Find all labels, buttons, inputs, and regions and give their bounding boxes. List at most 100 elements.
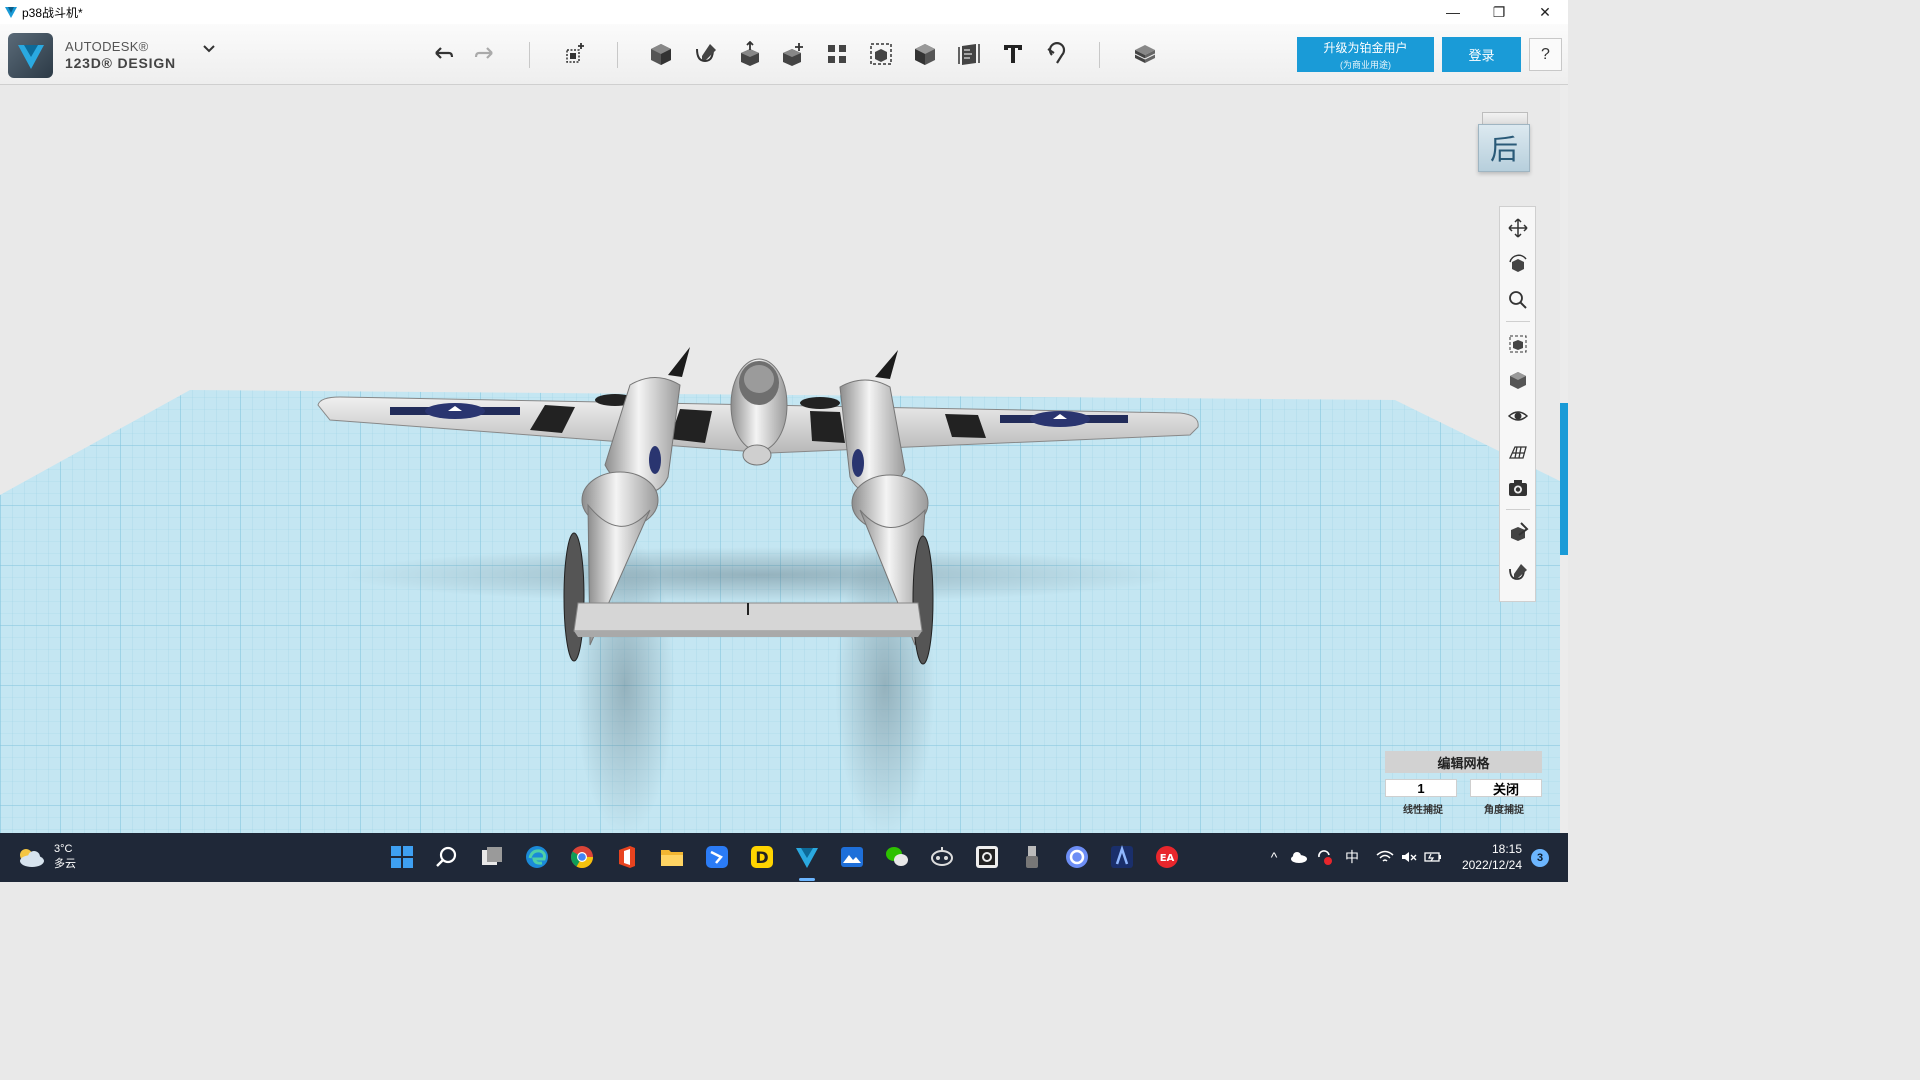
linear-snap-field[interactable]: 1 (1385, 779, 1457, 797)
weather-description: 多云 (54, 858, 76, 870)
obs-button[interactable] (972, 842, 1002, 872)
photos-icon (841, 847, 863, 867)
measure-button[interactable] (951, 36, 987, 72)
main-toolbar: AUTODESK® 123D® DESIGN 升级为铂金用户 (为商业用途) 登… (0, 24, 1568, 85)
3d-viewport[interactable]: 后 编辑网格 1 关闭 线性捕捉 角度捕捉 (0, 85, 1568, 833)
note-button[interactable]: D (747, 842, 777, 872)
app-menu-button[interactable]: AUTODESK® 123D® DESIGN (8, 32, 176, 78)
restore-button[interactable]: ❐ (1476, 0, 1522, 24)
app-logo-icon (5, 7, 17, 18)
sketch-button[interactable] (688, 36, 724, 72)
active-app-indicator (799, 878, 815, 881)
modify-icon (783, 43, 803, 66)
view-button[interactable] (1505, 367, 1531, 393)
wechat-button[interactable] (882, 842, 912, 872)
edge-button[interactable] (522, 842, 552, 872)
system-clock[interactable]: 18:15 2022/12/24 (1452, 841, 1522, 873)
redo-icon (474, 47, 493, 59)
angle-snap-field[interactable]: 关闭 (1470, 779, 1542, 797)
game-icon (1111, 845, 1133, 868)
transform-icon (566, 43, 584, 63)
123d-design-taskbar-button[interactable] (792, 842, 822, 872)
feishu-button[interactable] (702, 842, 732, 872)
file-explorer-button[interactable] (657, 842, 687, 872)
usb-icon (1026, 846, 1038, 868)
orbit-icon (1509, 254, 1527, 272)
text-icon (1004, 45, 1022, 63)
taskbar-search-button[interactable] (432, 842, 462, 872)
undo-icon (435, 47, 454, 59)
outline-button[interactable] (1505, 559, 1531, 585)
weather-cloud-icon (20, 849, 44, 867)
construct-icon (741, 41, 759, 66)
minimize-button[interactable]: — (1430, 0, 1476, 24)
redo-button[interactable] (467, 36, 503, 72)
chrome-icon (571, 846, 593, 868)
outline-icon (1509, 564, 1527, 580)
file-explorer-icon (661, 850, 683, 866)
notification-badge[interactable]: 3 (1531, 849, 1549, 867)
onedrive-icon[interactable] (1289, 847, 1309, 867)
view-cube-back-face[interactable]: 后 (1478, 124, 1530, 172)
sync-icon[interactable] (1314, 847, 1334, 867)
fit-button[interactable] (1505, 331, 1531, 357)
battery-icon[interactable] (1423, 847, 1443, 867)
undo-button[interactable] (425, 36, 461, 72)
zoom-button[interactable] (1505, 287, 1531, 313)
ime-indicator[interactable]: 中 (1342, 847, 1362, 867)
screenshot-button[interactable] (1505, 475, 1531, 501)
orbit-button[interactable] (1505, 251, 1531, 277)
modify-button[interactable] (776, 36, 812, 72)
login-button[interactable]: 登录 (1442, 37, 1521, 72)
photos-button[interactable] (837, 842, 867, 872)
task-view-button[interactable] (477, 842, 507, 872)
game-button[interactable] (1107, 842, 1137, 872)
combine-button[interactable] (907, 36, 943, 72)
sketch-icon (696, 44, 716, 63)
visibility-button[interactable] (1505, 403, 1531, 429)
task-view-icon (482, 847, 502, 865)
wifi-icon[interactable] (1375, 847, 1395, 867)
pan-button[interactable] (1505, 215, 1531, 241)
bot-button[interactable] (927, 842, 957, 872)
ea-button[interactable]: EA (1152, 842, 1182, 872)
upgrade-button[interactable]: 升级为铂金用户 (为商业用途) (1297, 37, 1434, 72)
volume-muted-icon[interactable] (1399, 847, 1419, 867)
construct-button[interactable] (732, 36, 768, 72)
help-button[interactable]: ? (1529, 38, 1562, 71)
primitives-button[interactable] (643, 36, 679, 72)
scrollbar-thumb[interactable] (1560, 403, 1568, 555)
weather-widget[interactable]: 3°C 多云 (16, 842, 76, 872)
browser-icon (1066, 846, 1088, 868)
snap-button[interactable] (1039, 36, 1075, 72)
feishu-icon (706, 846, 728, 868)
grouping-button[interactable] (863, 36, 899, 72)
note-icon: D (751, 846, 773, 868)
usb-button[interactable] (1017, 842, 1047, 872)
combine-icon (915, 44, 935, 65)
chrome-button[interactable] (567, 842, 597, 872)
obs-icon (976, 846, 998, 868)
transform-button[interactable] (556, 36, 592, 72)
office-button[interactable] (612, 842, 642, 872)
pattern-button[interactable] (819, 36, 855, 72)
text-button[interactable] (995, 36, 1031, 72)
browser-button[interactable] (1062, 842, 1092, 872)
view-cube[interactable]: 后 (1476, 112, 1532, 174)
svg-text:D: D (755, 848, 768, 867)
measure-icon (958, 44, 980, 65)
angle-snap-label: 角度捕捉 (1484, 805, 1524, 816)
edit-grid-button[interactable]: 编辑网格 (1385, 751, 1542, 773)
chevron-down-icon[interactable] (200, 40, 218, 58)
close-button[interactable]: ✕ (1522, 0, 1568, 24)
grid-view-button[interactable] (1505, 439, 1531, 465)
materials-button[interactable] (1127, 36, 1163, 72)
right-scrollbar[interactable] (1560, 85, 1568, 833)
material-button[interactable] (1505, 519, 1531, 545)
windows-taskbar: 3°C 多云 D EA ^ 中 18:15 2022/12/24 3 (0, 833, 1568, 882)
windows-start-icon (391, 846, 413, 868)
pan-icon (1508, 218, 1528, 238)
scene-canvas[interactable] (0, 85, 1568, 833)
tray-overflow-button[interactable]: ^ (1265, 847, 1283, 867)
windows-start-button[interactable] (387, 842, 417, 872)
